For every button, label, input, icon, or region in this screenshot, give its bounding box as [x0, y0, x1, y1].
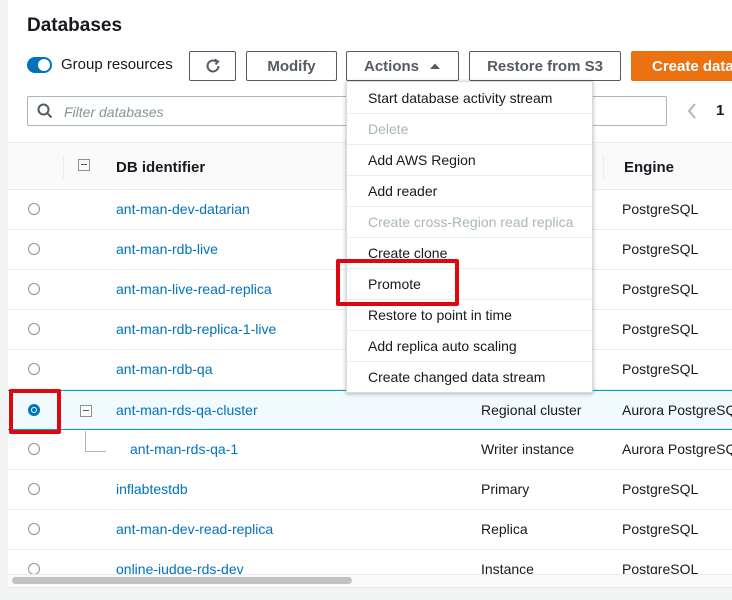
- db-identifier-link[interactable]: ant-man-dev-datarian: [116, 201, 250, 217]
- refresh-button[interactable]: [189, 51, 236, 81]
- column-header-db-identifier[interactable]: DB identifier: [116, 159, 205, 176]
- row-radio[interactable]: [28, 443, 40, 455]
- page-bottom-edge: [0, 588, 732, 600]
- table-row-selected[interactable]: ant-man-rds-qa-cluster Regional cluster …: [8, 390, 732, 430]
- actions-button[interactable]: Actions: [346, 51, 459, 81]
- page-number[interactable]: 1: [716, 102, 724, 119]
- menu-item-add-reader[interactable]: Add reader: [347, 175, 592, 206]
- menu-item-add-replica-auto-scaling[interactable]: Add replica auto scaling: [347, 330, 592, 361]
- row-radio[interactable]: [28, 243, 40, 255]
- db-identifier-link[interactable]: ant-man-rdb-live: [116, 241, 218, 257]
- menu-item-create-changed-data-stream[interactable]: Create changed data stream: [347, 361, 592, 392]
- collapse-all-icon[interactable]: [78, 159, 90, 171]
- row-radio[interactable]: [28, 283, 40, 295]
- db-identifier-link[interactable]: ant-man-rdb-replica-1-live: [116, 321, 276, 337]
- toggle-switch[interactable]: [27, 56, 52, 73]
- modify-button[interactable]: Modify: [246, 51, 337, 81]
- db-identifier-link[interactable]: ant-man-rds-qa-cluster: [116, 402, 258, 418]
- engine-cell: PostgreSQL: [622, 281, 699, 297]
- promote-highlight-box: [336, 259, 459, 306]
- selected-radio-highlight-box: [9, 389, 61, 434]
- table-row[interactable]: ant-man-dev-read-replica Replica Postgre…: [8, 510, 732, 550]
- engine-cell: PostgreSQL: [622, 521, 699, 537]
- chevron-left-icon[interactable]: [684, 101, 700, 121]
- restore-from-s3-button[interactable]: Restore from S3: [469, 51, 621, 81]
- group-resources-label: Group resources: [61, 56, 173, 73]
- menu-item-start-activity-stream[interactable]: Start database activity stream: [347, 82, 592, 113]
- db-identifier-link[interactable]: ant-man-rdb-qa: [116, 361, 213, 377]
- db-identifier-link[interactable]: ant-man-rds-qa-1: [130, 441, 238, 457]
- engine-cell: Aurora PostgreSQL: [622, 441, 732, 457]
- table-row[interactable]: ant-man-rds-qa-1 Writer instance Aurora …: [8, 430, 732, 470]
- row-radio[interactable]: [28, 523, 40, 535]
- db-identifier-link[interactable]: ant-man-dev-read-replica: [116, 521, 273, 537]
- caret-up-icon: [430, 63, 440, 69]
- db-identifier-link[interactable]: ant-man-live-read-replica: [116, 281, 272, 297]
- role-cell: Regional cluster: [481, 402, 582, 418]
- page-title: Databases: [27, 15, 123, 36]
- column-divider: [63, 155, 64, 179]
- menu-item-add-aws-region[interactable]: Add AWS Region: [347, 144, 592, 175]
- table-row[interactable]: inflabtestdb Primary PostgreSQL: [8, 470, 732, 510]
- engine-cell: PostgreSQL: [622, 481, 699, 497]
- row-radio[interactable]: [28, 203, 40, 215]
- create-database-button[interactable]: Create datab: [631, 51, 732, 81]
- refresh-icon: [206, 58, 220, 73]
- role-cell: Writer instance: [481, 441, 575, 457]
- tree-connector: [85, 431, 106, 452]
- engine-cell: PostgreSQL: [622, 361, 699, 377]
- group-resources-toggle[interactable]: Group resources: [27, 56, 173, 73]
- collapse-row-icon[interactable]: [80, 405, 92, 417]
- row-radio[interactable]: [28, 483, 40, 495]
- actions-button-label: Actions: [363, 57, 419, 75]
- row-radio[interactable]: [28, 323, 40, 335]
- role-cell: Primary: [481, 481, 530, 497]
- search-input[interactable]: [62, 103, 346, 121]
- engine-cell: PostgreSQL: [622, 321, 699, 337]
- row-radio[interactable]: [28, 363, 40, 375]
- db-identifier-link[interactable]: inflabtestdb: [116, 481, 188, 497]
- scrollbar-thumb[interactable]: [12, 577, 352, 584]
- engine-cell: Aurora PostgreSQL: [622, 402, 732, 418]
- menu-item-create-cross-region-replica: Create cross-Region read replica: [347, 206, 592, 237]
- menu-item-delete: Delete: [347, 113, 592, 144]
- column-header-engine[interactable]: Engine: [624, 159, 674, 176]
- role-cell: Replica: [481, 521, 528, 537]
- engine-cell: PostgreSQL: [622, 241, 699, 257]
- search-icon: [37, 103, 53, 119]
- toggle-knob: [38, 58, 50, 71]
- column-divider: [603, 155, 604, 179]
- actions-menu: Start database activity stream Delete Ad…: [346, 81, 593, 393]
- engine-cell: PostgreSQL: [622, 201, 699, 217]
